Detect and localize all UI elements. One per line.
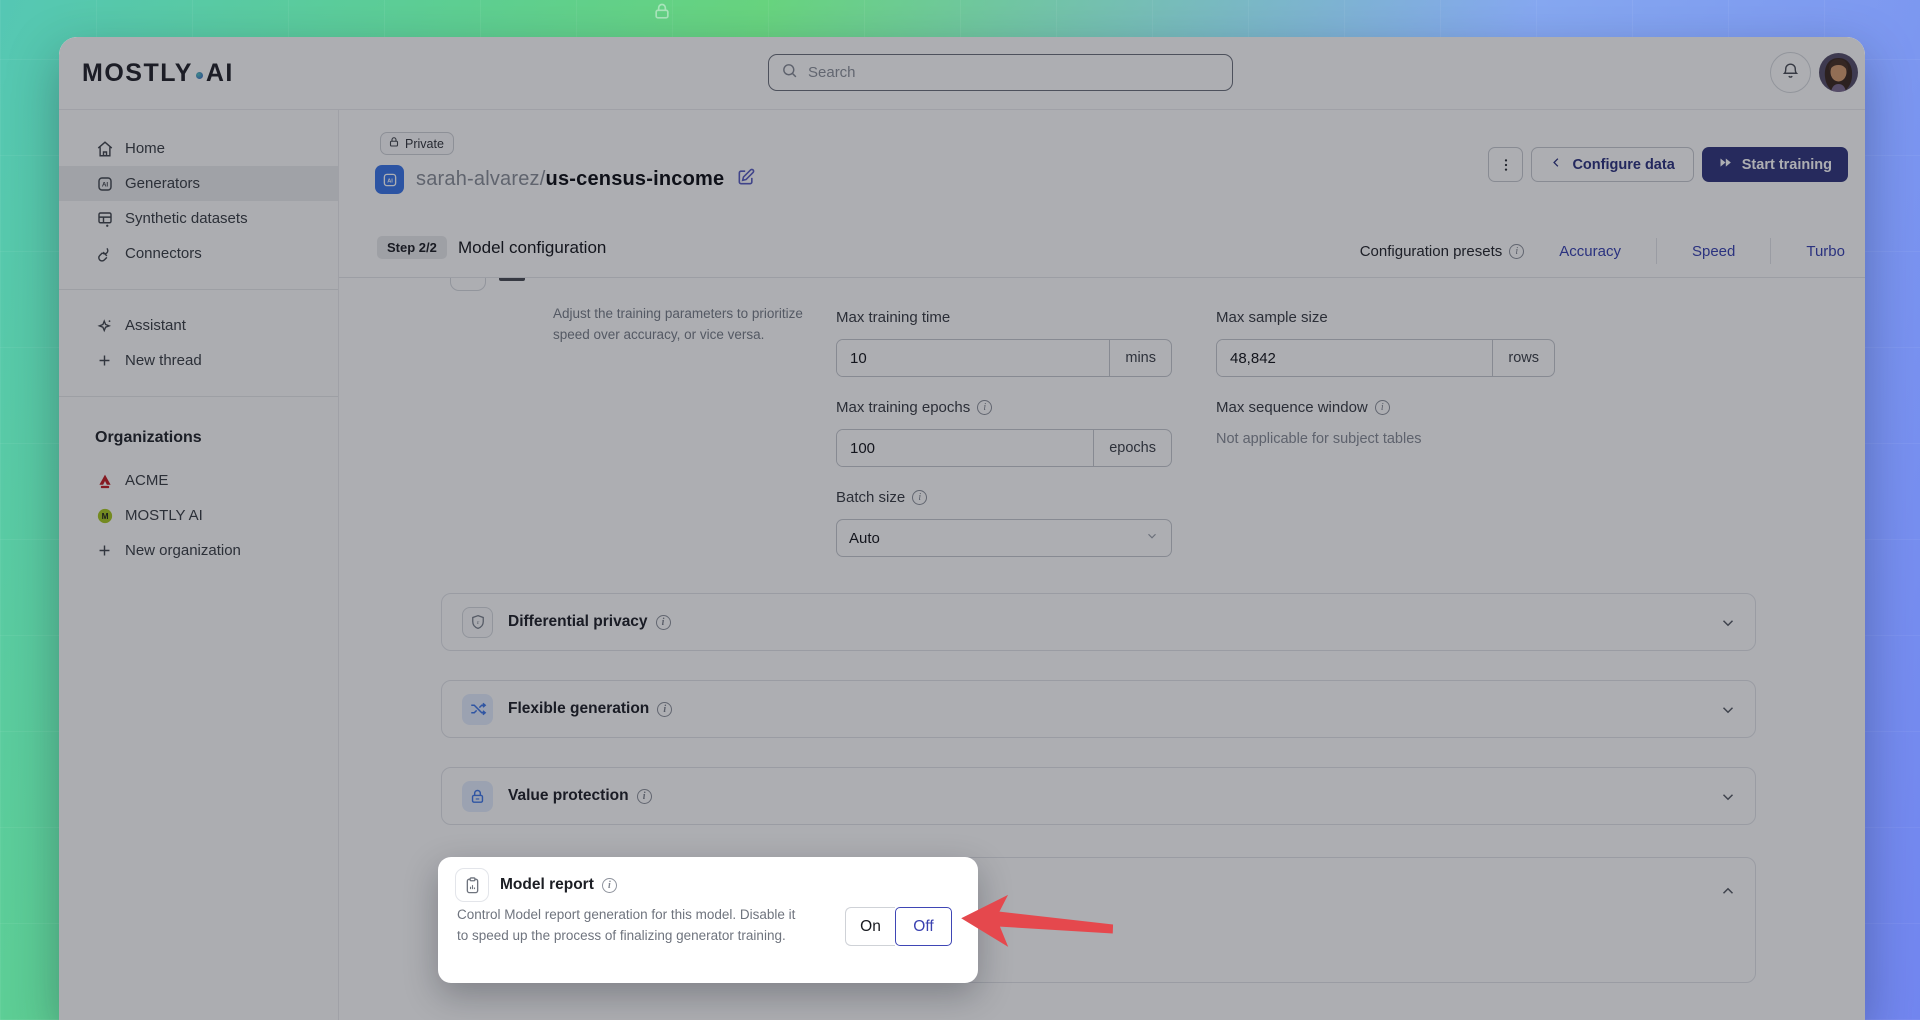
model-report-toggle: On Off (845, 907, 952, 946)
info-icon[interactable]: i (602, 878, 617, 893)
tutorial-arrow-pointer (955, 892, 1125, 963)
background-lock-icon (652, 2, 672, 27)
model-report-header: Model report i (455, 868, 617, 902)
toggle-off-button[interactable]: Off (895, 907, 952, 946)
report-clipboard-icon (455, 868, 489, 902)
toggle-on-button[interactable]: On (845, 907, 895, 946)
model-report-title: Model report (500, 876, 594, 894)
model-report-spotlight-card: Model report i Control Model report gene… (438, 857, 978, 983)
model-report-description: Control Model report generation for this… (457, 904, 797, 947)
model-report-title-group: Model report i (500, 876, 617, 894)
app-window: MOSTLY AI (59, 37, 1865, 1020)
